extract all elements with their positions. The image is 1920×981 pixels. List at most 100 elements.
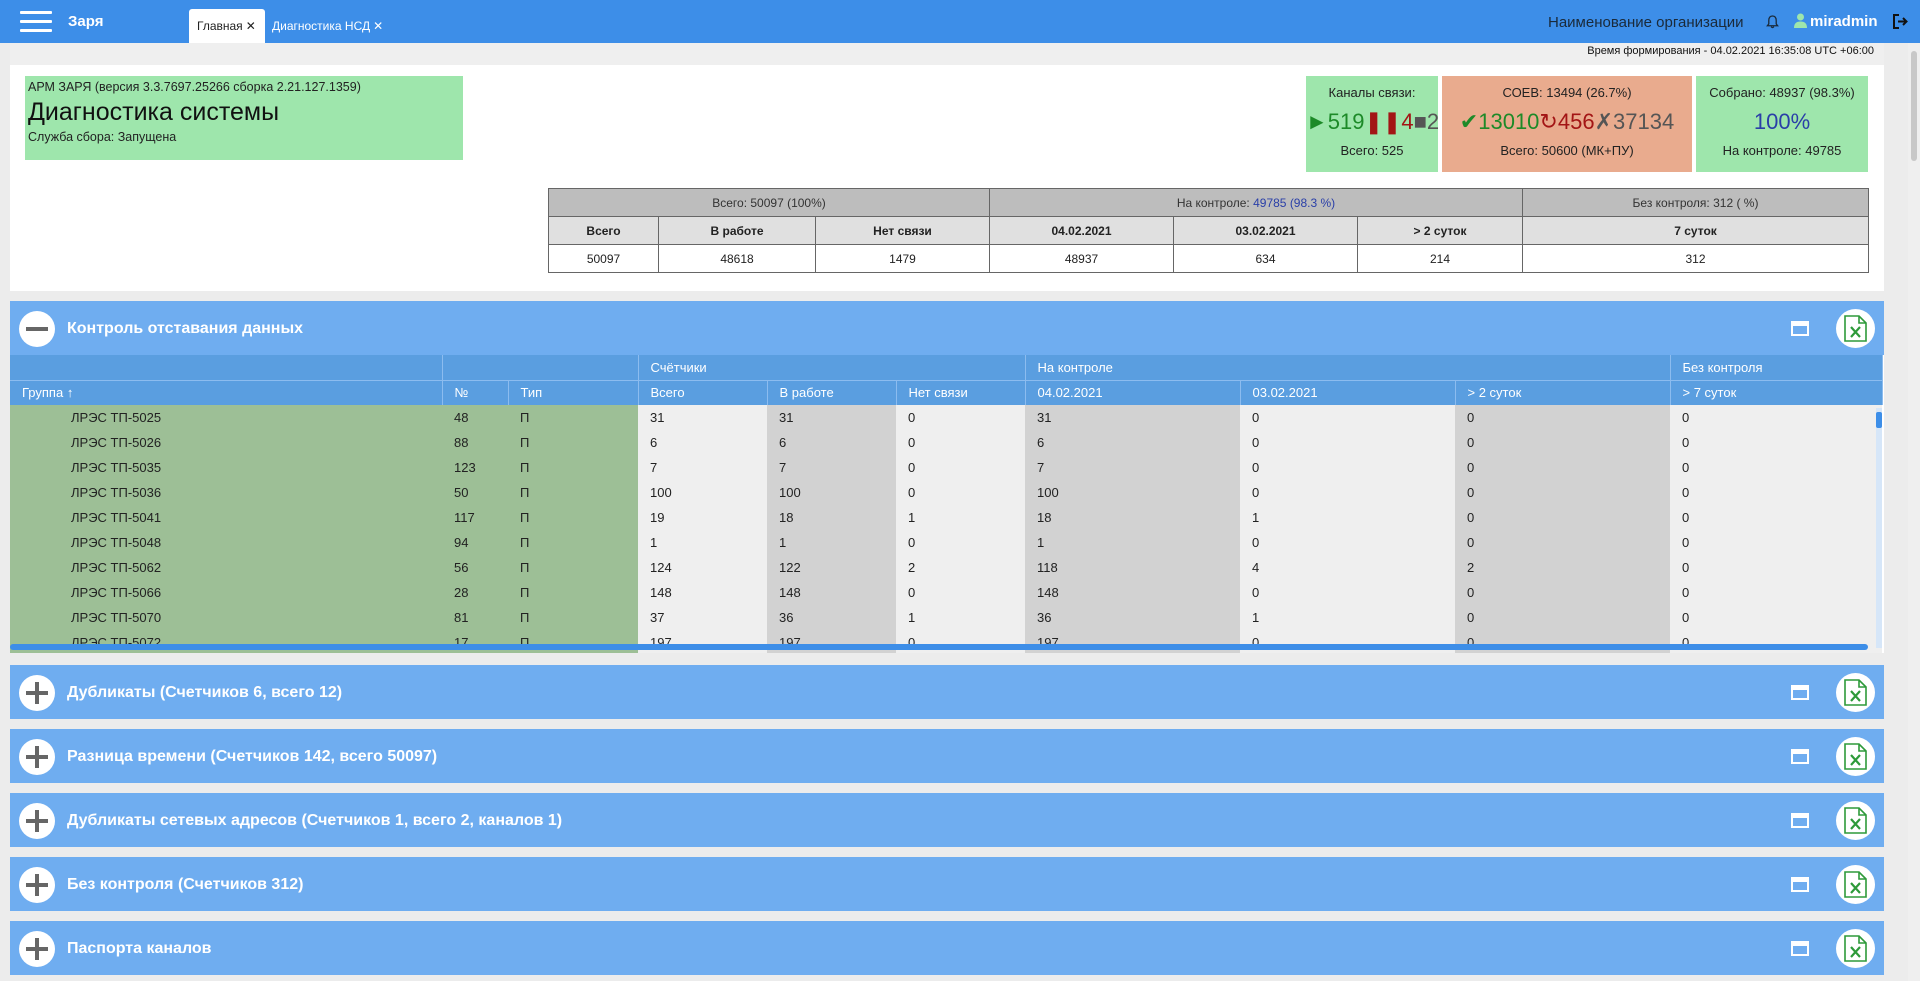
expand-icon[interactable]	[19, 931, 55, 967]
group-cell: ЛРЭС ТП-5035	[10, 455, 442, 480]
table-row[interactable]: ЛРЭС ТП-5025 48 П 31 31 0 31 0 0 0	[10, 405, 1883, 430]
section-title: Без контроля (Счетчиков 312)	[67, 876, 304, 893]
organization-name[interactable]: Наименование организации	[1548, 14, 1744, 31]
column-header[interactable]: > 2 суток	[1455, 379, 1671, 405]
table-cell: 0	[1455, 405, 1671, 430]
menu-icon[interactable]	[20, 11, 52, 33]
table-cell: 1	[638, 530, 767, 555]
summary-control-value[interactable]: 49785 (98.3 %)	[1253, 196, 1335, 210]
table-cell: 19	[638, 505, 767, 530]
excel-export-icon[interactable]	[1836, 929, 1875, 968]
column-header[interactable]: №	[442, 379, 509, 405]
user-menu[interactable]: miradmin	[1794, 13, 1878, 30]
expand-icon[interactable]	[19, 803, 55, 839]
app-name[interactable]: Заря	[68, 13, 103, 30]
column-header-group[interactable]: Группа ↑	[10, 379, 443, 405]
table-cell: 0	[1455, 605, 1671, 630]
table-cell: 56	[442, 555, 508, 580]
column-header[interactable]: В работе	[767, 379, 897, 405]
grid-vertical-scrollbar[interactable]	[1876, 408, 1882, 648]
channels-stat[interactable]: Каналы связи: ►519❚❚4■2 Всего: 525	[1306, 76, 1439, 172]
table-cell: 88	[442, 430, 508, 455]
column-header[interactable]: 03.02.2021	[1240, 379, 1456, 405]
table-cell: 4	[1240, 555, 1455, 580]
table-cell: 118	[1025, 555, 1240, 580]
summary-header: > 2 суток	[1357, 216, 1523, 245]
table-cell: 6	[638, 430, 767, 455]
table-cell: 6	[767, 430, 896, 455]
column-header[interactable]: > 7 суток	[1670, 379, 1883, 405]
maximize-icon[interactable]	[1791, 941, 1809, 956]
page-scrollbar[interactable]	[1908, 43, 1920, 981]
soev-fail: 37134	[1613, 109, 1675, 134]
summary-header: Всего	[548, 216, 659, 245]
table-cell: 0	[1455, 580, 1671, 605]
page-title: Диагностика системы	[28, 98, 280, 126]
table-row[interactable]: ЛРЭС ТП-5041 117 П 19 18 1 18 1 0 0	[10, 505, 1883, 530]
maximize-icon[interactable]	[1791, 877, 1809, 892]
grid-horizontal-scrollbar[interactable]	[10, 644, 1868, 650]
table-cell: П	[508, 530, 638, 555]
table-cell: 50	[442, 480, 508, 505]
collapse-icon[interactable]	[19, 311, 55, 347]
summary-value: 214	[1357, 244, 1523, 273]
table-cell: 1	[1025, 530, 1240, 555]
maximize-icon[interactable]	[1791, 813, 1809, 828]
maximize-icon[interactable]	[1791, 749, 1809, 764]
sort-asc-icon[interactable]: ↑	[67, 385, 74, 400]
table-cell: П	[508, 555, 638, 580]
excel-export-icon[interactable]	[1836, 673, 1875, 712]
table-row[interactable]: ЛРЭС ТП-5026 88 П 6 6 0 6 0 0 0	[10, 430, 1883, 455]
section-title: Контроль отставания данных	[67, 320, 304, 337]
soev-counts: ✔13010↻456✗37134	[1442, 109, 1692, 135]
table-cell: 7	[638, 455, 767, 480]
table-row[interactable]: ЛРЭС ТП-5062 56 П 124 122 2 118 4 2 0	[10, 555, 1883, 580]
maximize-icon[interactable]	[1791, 685, 1809, 700]
on-control-count: На контроле: 49785	[1722, 143, 1842, 158]
excel-export-icon[interactable]	[1836, 309, 1875, 348]
summary-value: 50097	[548, 244, 659, 273]
table-row[interactable]: ЛРЭС ТП-5035 123 П 7 7 0 7 0 0 0	[10, 455, 1883, 480]
maximize-icon[interactable]	[1791, 321, 1809, 336]
table-cell: 0	[896, 430, 1025, 455]
tab-nsd-diagnostics[interactable]: Диагностика НСД ✕	[264, 9, 414, 43]
tab-label: Диагностика НСД	[272, 19, 371, 33]
table-cell: 0	[1670, 405, 1883, 430]
close-icon[interactable]: ✕	[373, 19, 383, 33]
group-cell: ЛРЭС ТП-5062	[10, 555, 442, 580]
table-cell: 124	[638, 555, 767, 580]
table-row[interactable]: ЛРЭС ТП-5036 50 П 100 100 0 100 0 0 0	[10, 480, 1883, 505]
table-cell: 123	[442, 455, 508, 480]
table-cell: 1	[767, 530, 896, 555]
close-icon[interactable]: ✕	[246, 19, 256, 33]
group-cell: ЛРЭС ТП-5026	[10, 430, 442, 455]
table-row[interactable]: ЛРЭС ТП-5048 94 П 1 1 0 1 0 0 0	[10, 530, 1883, 555]
expand-icon[interactable]	[19, 739, 55, 775]
table-cell: 31	[638, 405, 767, 430]
bell-icon[interactable]	[1766, 15, 1779, 29]
column-header[interactable]: 04.02.2021	[1025, 379, 1241, 405]
summary-header: 03.02.2021	[1173, 216, 1358, 245]
expand-icon[interactable]	[19, 675, 55, 711]
table-cell: 0	[1670, 505, 1883, 530]
table-cell: 28	[442, 580, 508, 605]
table-cell: П	[508, 455, 638, 480]
expand-icon[interactable]	[19, 867, 55, 903]
tab-main[interactable]: Главная ✕	[189, 9, 265, 43]
excel-export-icon[interactable]	[1836, 865, 1875, 904]
collected-stat[interactable]: Собрано: 48937 (98.3%) 100% На контроле:…	[1696, 76, 1868, 172]
group-cell: ЛРЭС ТП-5041	[10, 505, 442, 530]
column-header[interactable]: Тип	[508, 379, 639, 405]
excel-export-icon[interactable]	[1836, 737, 1875, 776]
soev-stat[interactable]: СОЕВ: 13494 (26.7%) ✔13010↻456✗37134 Все…	[1442, 76, 1692, 172]
logout-icon[interactable]	[1893, 14, 1908, 29]
soev-ok: 13010	[1478, 109, 1540, 134]
excel-export-icon[interactable]	[1836, 801, 1875, 840]
table-cell: 0	[1670, 455, 1883, 480]
table-cell: 0	[1240, 455, 1455, 480]
summary-value: 312	[1522, 244, 1869, 273]
table-row[interactable]: ЛРЭС ТП-5070 81 П 37 36 1 36 1 0 0	[10, 605, 1883, 630]
column-header[interactable]: Нет связи	[896, 379, 1026, 405]
table-row[interactable]: ЛРЭС ТП-5066 28 П 148 148 0 148 0 0 0	[10, 580, 1883, 605]
column-header[interactable]: Всего	[638, 379, 768, 405]
